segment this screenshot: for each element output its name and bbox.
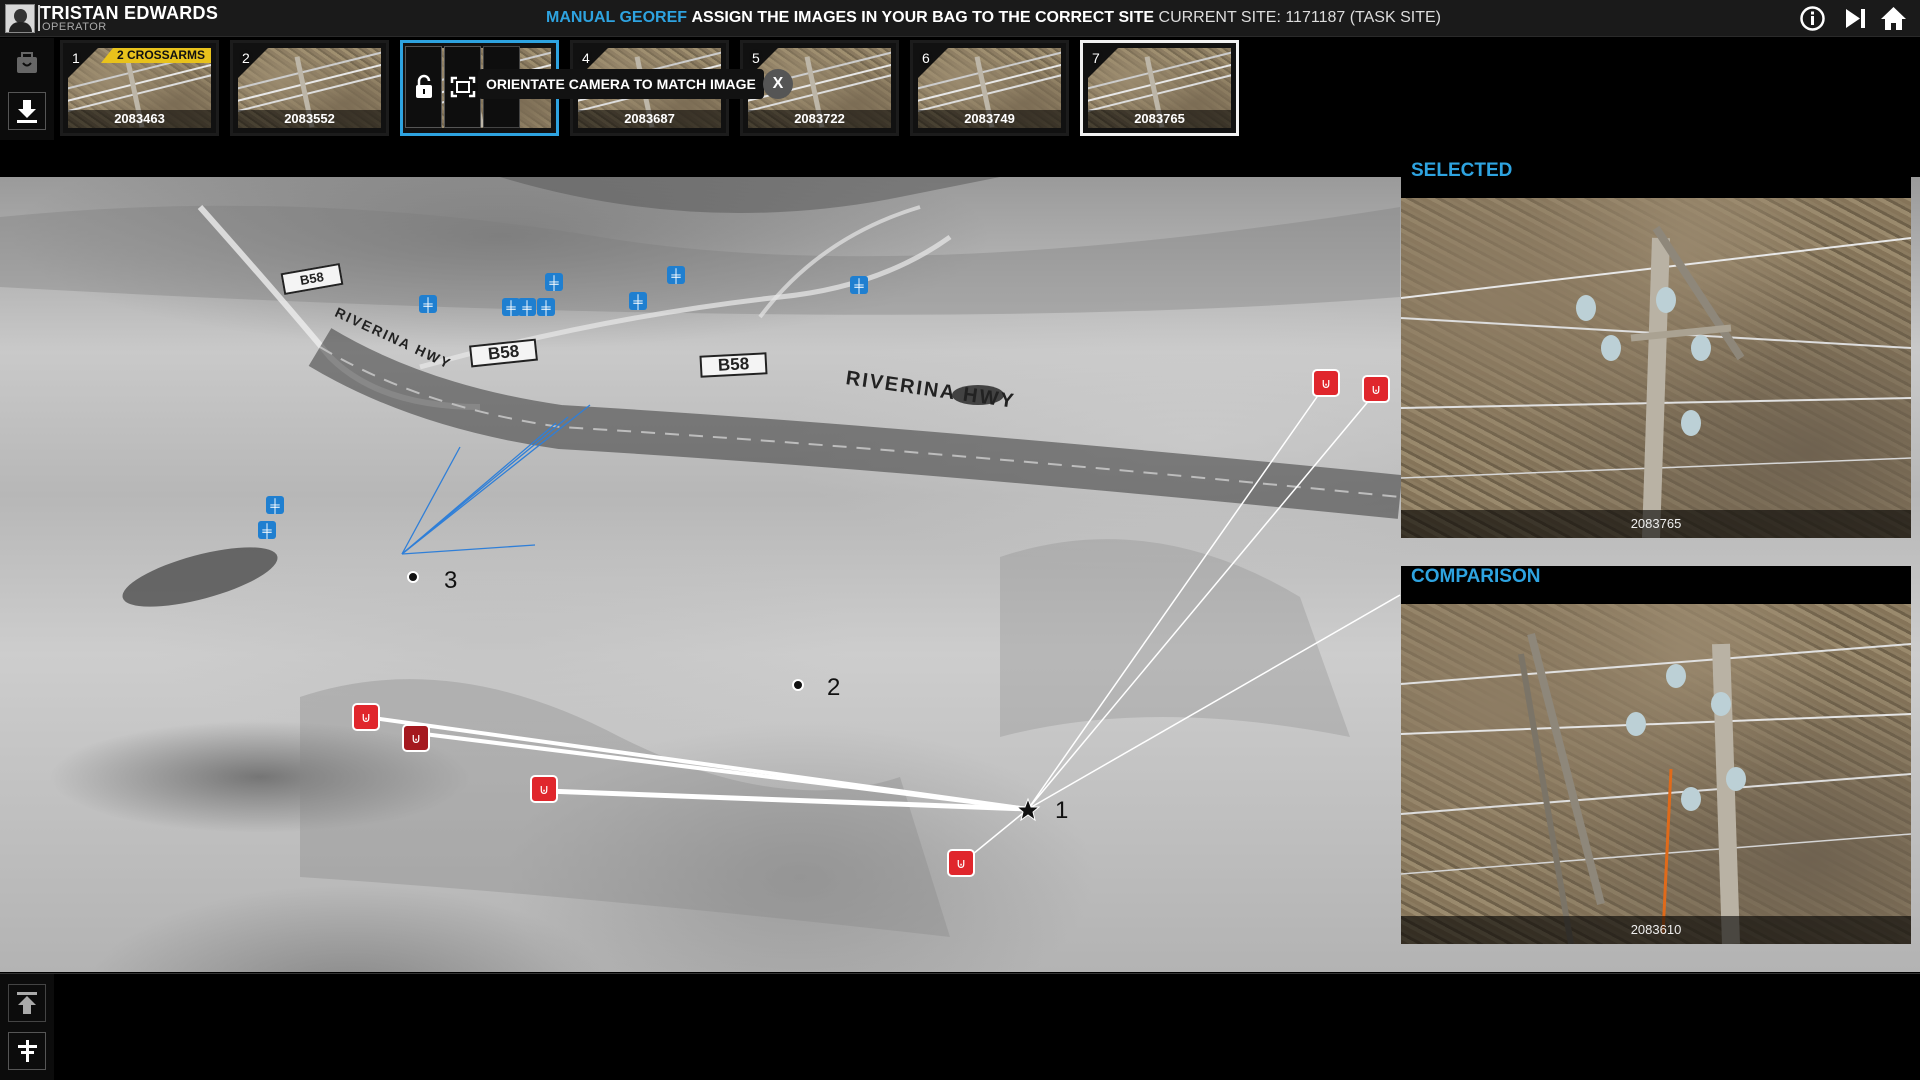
pole-marker[interactable]: ╪: [258, 521, 276, 539]
site-marker[interactable]: [792, 679, 804, 691]
download-button[interactable]: [8, 92, 46, 130]
pole-marker[interactable]: ╪: [545, 273, 563, 291]
selected-panel: SELECTED 2083765: [1401, 160, 1911, 538]
thumbnail-6[interactable]: 6 2083749: [910, 40, 1069, 136]
pole-marker[interactable]: ╪: [629, 292, 647, 310]
thumbnail-number: 6: [922, 50, 930, 66]
info-icon[interactable]: [1799, 5, 1826, 32]
mission-banner: MANUAL GEOREF ASSIGN THE IMAGES IN YOUR …: [546, 9, 1441, 27]
thumbnail-number: 5: [752, 50, 760, 66]
panel-title: COMPARISON: [1411, 566, 1541, 587]
bottom-bar: [0, 973, 1920, 1080]
thumbnail-id: 2083722: [748, 110, 891, 128]
orient-tooltip: ORIENTATE CAMERA TO MATCH IMAGE: [478, 69, 764, 99]
thumbnail-id: 2083765: [1088, 110, 1231, 128]
pole-marker[interactable]: ╪: [667, 266, 685, 284]
instruction-text: ASSIGN THE IMAGES IN YOUR BAG TO THE COR…: [691, 9, 1155, 26]
panel-title: SELECTED: [1411, 160, 1513, 181]
skip-forward-icon[interactable]: [1842, 5, 1869, 32]
pole-marker[interactable]: ╪: [266, 496, 284, 514]
image-marker[interactable]: ⊍: [530, 775, 558, 803]
image-marker[interactable]: ⊍: [1362, 375, 1390, 403]
defect-tag: 2 CROSSARMS: [100, 48, 211, 63]
site-label: 2: [827, 674, 841, 701]
home-icon[interactable]: [1880, 5, 1907, 32]
thumbnail-number: 1: [72, 50, 80, 66]
image-id: 2083765: [1401, 510, 1911, 538]
image-marker[interactable]: ⊍: [402, 724, 430, 752]
comparison-image[interactable]: 2083610: [1401, 604, 1911, 944]
thumbnail-number: 7: [1092, 50, 1100, 66]
site-marker[interactable]: [407, 571, 419, 583]
pole-marker[interactable]: ╪: [537, 298, 555, 316]
pole-marker[interactable]: ╪: [419, 295, 437, 313]
thumbnail-7[interactable]: 7 2083765: [1080, 40, 1239, 136]
pole-marker[interactable]: ╪: [518, 298, 536, 316]
thumbnail-id: 2083749: [918, 110, 1061, 128]
site-label: 1: [1055, 797, 1069, 824]
bottom-toolbar: [0, 974, 54, 1080]
thumbnail-id: 2083463: [68, 110, 211, 128]
frame-icon[interactable]: [444, 46, 481, 128]
thumbnail-number: 4: [582, 50, 590, 66]
user-avatar[interactable]: [5, 4, 35, 33]
georef-app: TRISTAN EDWARDS OPERATOR MANUAL GEOREF A…: [0, 0, 1920, 1080]
thumbnail-number: 2: [242, 50, 250, 66]
top-bar: TRISTAN EDWARDS OPERATOR MANUAL GEOREF A…: [0, 0, 1920, 37]
close-tooltip-button[interactable]: X: [763, 69, 793, 99]
current-site-text: CURRENT SITE: 1171187 (TASK SITE): [1158, 9, 1441, 26]
thumbnail-id: 2083552: [238, 110, 381, 128]
pole-icon[interactable]: [8, 1032, 46, 1070]
image-marker[interactable]: ⊍: [1312, 369, 1340, 397]
image-marker[interactable]: ⊍: [947, 849, 975, 877]
left-toolbar: [0, 38, 54, 140]
site-label: 3: [444, 567, 458, 594]
download-icon: [17, 100, 37, 123]
user-role: OPERATOR: [42, 21, 107, 33]
image-id: 2083610: [1401, 916, 1911, 944]
mode-label: MANUAL GEOREF: [546, 9, 688, 26]
thumbnail-2[interactable]: 2 2083552: [230, 40, 389, 136]
thumbnail-1[interactable]: 1 2 CROSSARMS 2083463: [60, 40, 219, 136]
bag-icon[interactable]: [8, 44, 46, 82]
comparison-panel: COMPARISON 2083610: [1401, 566, 1911, 944]
upload-icon[interactable]: [8, 984, 46, 1022]
pole-marker[interactable]: ╪: [850, 276, 868, 294]
selected-image[interactable]: 2083765: [1401, 198, 1911, 538]
road-shield: B58: [699, 352, 768, 378]
thumbnail-id: 2083687: [578, 110, 721, 128]
image-marker[interactable]: ⊍: [352, 703, 380, 731]
unlock-icon[interactable]: [405, 46, 442, 128]
